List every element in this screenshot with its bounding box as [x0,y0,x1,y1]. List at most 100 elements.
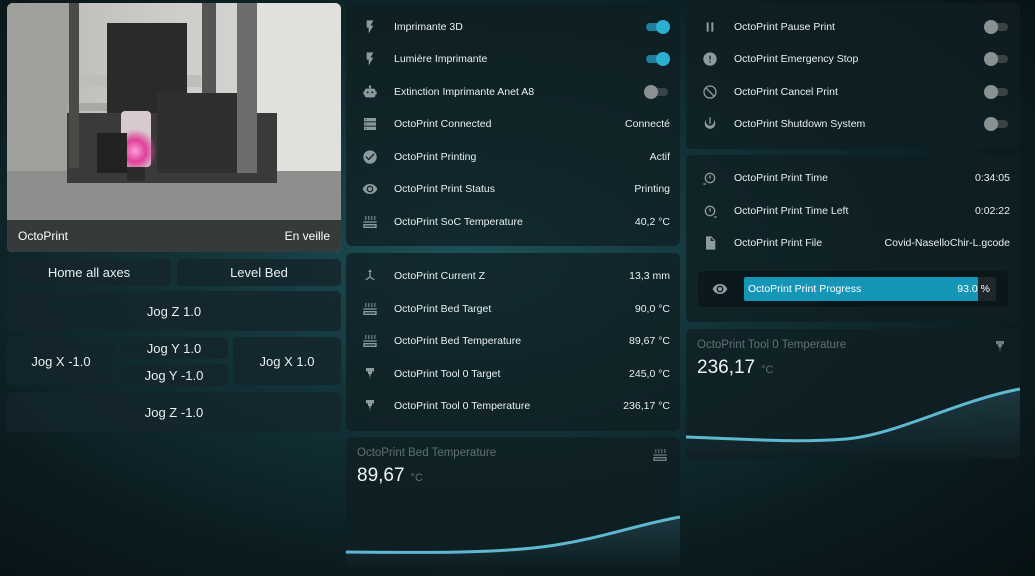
entity-row-bed-target[interactable]: OctoPrint Bed Target 90,0 °C [346,293,680,325]
jog-x-minus-button[interactable]: Jog X -1.0 [7,337,115,385]
print-progress-label: OctoPrint Print Progress [748,283,862,295]
entity-row-extinction[interactable]: Extinction Imprimante Anet A8 [346,76,680,108]
entity-row-cancel[interactable]: OctoPrint Cancel Print [686,76,1020,108]
shutdown-toggle[interactable] [984,117,1010,131]
entity-value: 89,67 °C [629,335,670,347]
entity-value: 13,3 mm [629,270,670,282]
power-icon [700,114,720,134]
tool0-temperature-graph [686,387,1020,459]
print-actions-card: OctoPrint Pause Print OctoPrint Emergenc… [686,3,1020,149]
bed-temperature-sensor-card[interactable]: OctoPrint Bed Temperature 89,67 °C [346,437,680,567]
robot-icon [360,82,380,102]
camera-card[interactable]: OctoPrint En veille [7,3,341,252]
sensor-value-number: 89,67 [357,465,405,486]
file-icon [700,233,720,253]
eye-icon [712,281,728,297]
camera-state: En veille [284,229,330,243]
entity-row-print-status[interactable]: OctoPrint Print Status Printing [346,173,680,205]
entity-label: OctoPrint Connected [394,118,492,130]
entity-row-tool0-temperature[interactable]: OctoPrint Tool 0 Temperature 236,17 °C [346,390,680,422]
flash-icon [360,17,380,37]
entity-row-connected[interactable]: OctoPrint Connected Connecté [346,108,680,140]
entity-label: Lumière Imprimante [394,53,488,65]
entity-label: OctoPrint Shutdown System [734,118,866,130]
entity-label: OctoPrint Print Time [734,172,828,184]
entity-label: Extinction Imprimante Anet A8 [394,86,535,98]
temperatures-card: OctoPrint Current Z 13,3 mm OctoPrint Be… [346,253,680,431]
entity-value: 245,0 °C [629,368,670,380]
entity-label: OctoPrint Pause Print [734,21,835,33]
sensor-name: OctoPrint Tool 0 Temperature [697,339,847,351]
entity-row-shutdown[interactable]: OctoPrint Shutdown System [686,108,1020,140]
entity-value: Covid-NaselloChir-L.gcode [884,237,1010,249]
check-circle-icon [360,147,380,167]
entity-value: 90,0 °C [634,303,670,315]
imprimante-3d-toggle[interactable] [644,20,670,34]
print-progress-value: 93.0 % [957,283,990,295]
entity-row-current-z[interactable]: OctoPrint Current Z 13,3 mm [346,260,680,292]
sensor-value: 89,67 °C [357,465,423,487]
emergency-stop-toggle[interactable] [984,52,1010,66]
entity-value: 40,2 °C [634,216,670,228]
timer-icon [700,168,720,188]
entity-value: 0:02:22 [974,205,1010,217]
camera-feed-image [7,3,341,252]
printer-status-card: Imprimante 3D Lumière Imprimante Extinct… [346,3,680,246]
server-icon [360,114,380,134]
sensor-value: 236,17 °C [697,357,773,379]
entity-value: 0:34:05 [974,172,1010,184]
entity-label: OctoPrint Bed Target [394,303,492,315]
lumiere-toggle[interactable] [644,52,670,66]
print-progress-row[interactable]: OctoPrint Print Progress 93.0 % [698,271,1008,307]
entity-label: OctoPrint SoC Temperature [394,216,523,228]
jog-x-plus-button[interactable]: Jog X 1.0 [233,337,341,385]
entity-row-lumiere[interactable]: Lumière Imprimante [346,43,680,75]
entity-value: Connecté [625,118,670,130]
heat-icon [652,447,668,463]
home-all-axes-button[interactable]: Home all axes [7,259,171,286]
entity-row-print-file[interactable]: OctoPrint Print File Covid-NaselloChir-L… [686,227,1020,259]
heat-icon [360,299,380,319]
heat-icon [360,331,380,351]
nozzle-icon [360,396,380,416]
jog-z-up-button[interactable]: Jog Z 1.0 [7,291,341,331]
entity-label: OctoPrint Print File [734,237,823,249]
flash-icon [360,49,380,69]
entity-row-print-time-left[interactable]: OctoPrint Print Time Left 0:02:22 [686,195,1020,227]
bed-temperature-graph [346,515,680,567]
axis-z-icon [360,266,380,286]
jog-z-down-button[interactable]: Jog Z -1.0 [7,392,341,432]
entity-row-imprimante-3d[interactable]: Imprimante 3D [346,11,680,43]
sensor-name: OctoPrint Bed Temperature [357,447,497,459]
level-bed-button[interactable]: Level Bed [177,259,341,286]
cancel-icon [700,82,720,102]
pause-icon [700,17,720,37]
entity-value: 236,17 °C [623,400,670,412]
entity-value: Printing [634,183,670,195]
entity-row-pause[interactable]: OctoPrint Pause Print [686,11,1020,43]
cancel-toggle[interactable] [984,85,1010,99]
entity-row-bed-temperature[interactable]: OctoPrint Bed Temperature 89,67 °C [346,325,680,357]
entity-label: OctoPrint Printing [394,151,477,163]
entity-row-soc-temperature[interactable]: OctoPrint SoC Temperature 40,2 °C [346,206,680,238]
entity-row-emergency-stop[interactable]: OctoPrint Emergency Stop [686,43,1020,75]
entity-label: OctoPrint Emergency Stop [734,53,859,65]
sensor-unit: °C [761,364,774,376]
jog-y-plus-button[interactable]: Jog Y 1.0 [120,337,228,359]
jog-y-minus-button[interactable]: Jog Y -1.0 [120,364,228,386]
camera-name: OctoPrint [18,229,69,243]
pause-toggle[interactable] [984,20,1010,34]
entity-row-printing[interactable]: OctoPrint Printing Actif [346,141,680,173]
camera-footer: OctoPrint En veille [7,220,341,252]
nozzle-icon [992,339,1008,355]
extinction-toggle[interactable] [644,85,670,99]
tool0-temperature-sensor-card[interactable]: OctoPrint Tool 0 Temperature 236,17 °C [686,329,1020,459]
entity-label: Imprimante 3D [394,21,463,33]
entity-row-tool0-target[interactable]: OctoPrint Tool 0 Target 245,0 °C [346,358,680,390]
sensor-value-number: 236,17 [697,357,756,378]
entity-label: OctoPrint Current Z [394,270,486,282]
print-job-card: OctoPrint Print Time 0:34:05 OctoPrint P… [686,155,1020,322]
entity-value: Actif [649,151,670,163]
entity-row-print-time[interactable]: OctoPrint Print Time 0:34:05 [686,162,1020,194]
entity-label: OctoPrint Tool 0 Target [394,368,501,380]
